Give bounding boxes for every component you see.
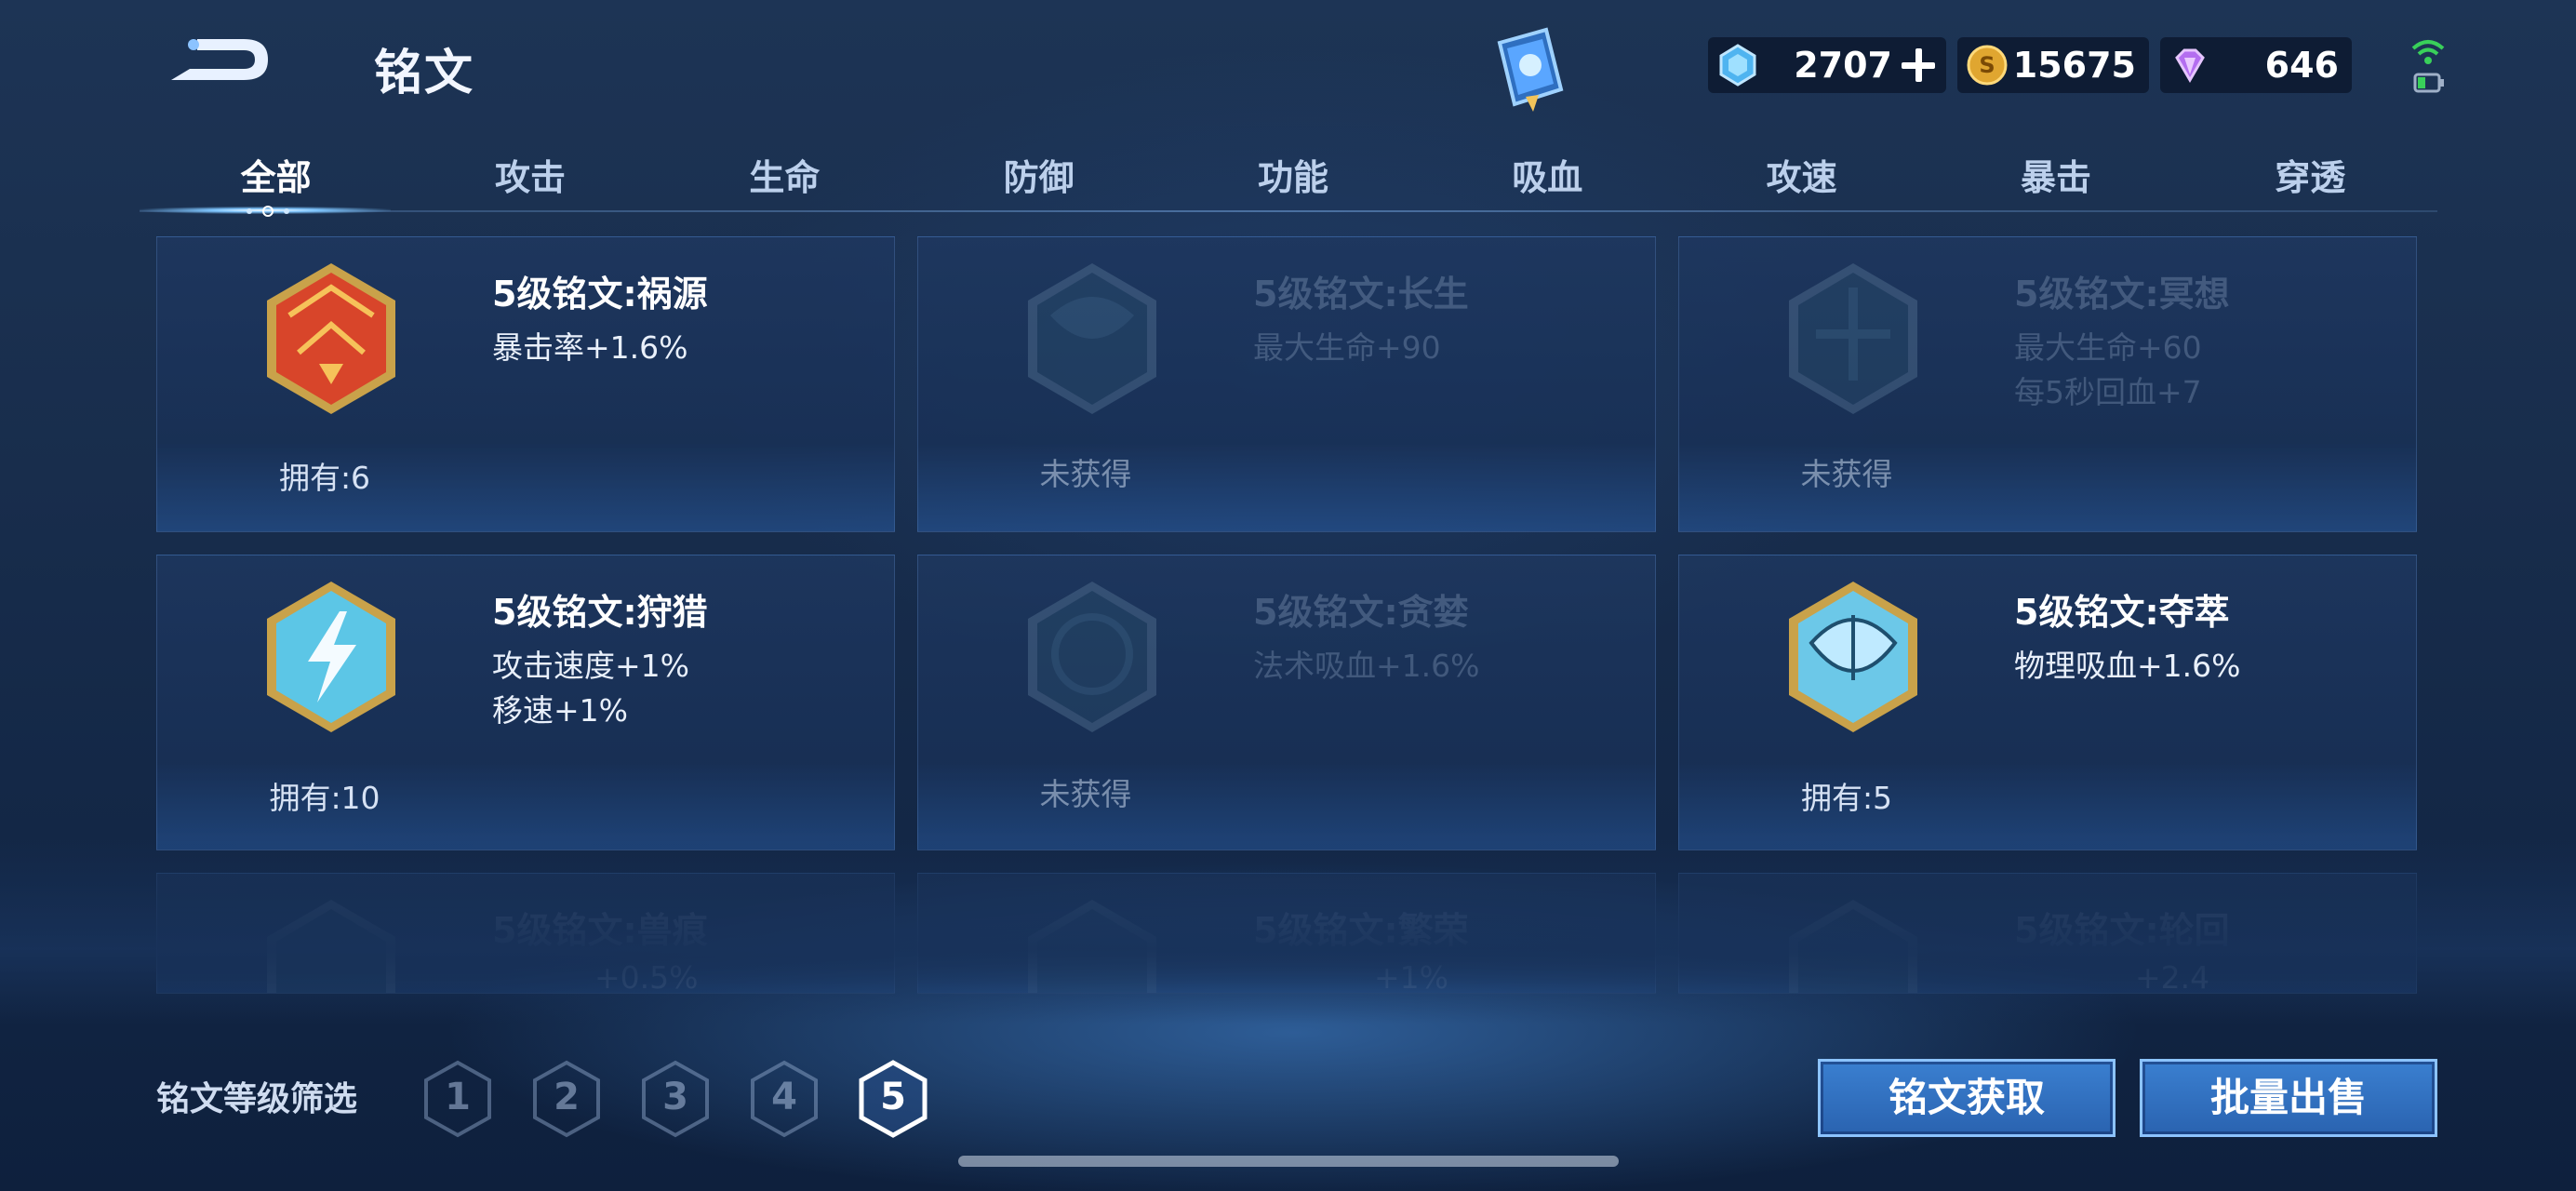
teal-emblem-icon — [1028, 900, 1156, 993]
level-filter-4[interactable]: 4 — [747, 1059, 821, 1139]
card-stat: +0.5% — [594, 959, 699, 994]
card-stat: 移速+1% — [492, 692, 629, 729]
teal-emblem-icon — [1028, 582, 1156, 732]
card-stat: +1% — [1374, 959, 1449, 994]
tab-attack[interactable]: 攻击 — [403, 140, 657, 214]
owned-count: 拥有:5 — [1800, 780, 1893, 816]
tab-utility[interactable]: 功能 — [1166, 140, 1420, 214]
gem-counter: 646 — [2160, 37, 2352, 93]
tab-penetration[interactable]: 穿透 — [2183, 140, 2437, 214]
inscription-card[interactable]: 5级铭文:贪婪 法术吸血+1.6% 未获得 — [917, 555, 1656, 850]
level-number: 3 — [662, 1076, 688, 1118]
active-tab-dots-icon — [247, 206, 289, 217]
gold-coin-icon: S — [1967, 45, 2008, 86]
level-filter-2[interactable]: 2 — [529, 1059, 604, 1139]
tab-health[interactable]: 生命 — [658, 140, 912, 214]
inscription-card[interactable]: 5级铭文:冥想 最大生命+60 每5秒回血+7 未获得 — [1678, 236, 2417, 532]
teal-emblem-icon — [1028, 263, 1156, 414]
bulk-sell-button[interactable]: 批量出售 — [2140, 1059, 2437, 1137]
card-stat: 暴击率+1.6% — [492, 329, 688, 366]
level-number: 5 — [880, 1076, 906, 1118]
back-arrow-icon — [171, 39, 268, 80]
acquire-inscription-button[interactable]: 铭文获取 — [1818, 1059, 2116, 1137]
owned-count: 未获得 — [1039, 456, 1132, 492]
card-title: 5级铭文:狩猎 — [492, 592, 708, 633]
category-tabs: 全部 攻击 生命 防御 功能 吸血 攻速 暴击 穿透 — [149, 140, 2437, 214]
teal-emblem-icon — [1789, 900, 1917, 993]
purple-crystal-icon — [2175, 48, 2205, 83]
gold-counter: S 15675 — [1957, 37, 2149, 93]
card-title: 5级铭文:轮回 — [2014, 910, 2230, 951]
level-filter-1[interactable]: 1 — [420, 1059, 495, 1139]
level-filter-label: 铭文等级筛选 — [156, 1080, 358, 1118]
inscription-card[interactable]: 5级铭文:狩猎 攻击速度+1% 移速+1% 拥有:10 — [156, 555, 895, 850]
card-title: 5级铭文:贪婪 — [1253, 592, 1469, 633]
inscription-card[interactable]: 5级铭文:轮回 +2.4 — [1678, 873, 2417, 994]
inscription-card[interactable]: 5级铭文:繁荣 +1% — [917, 873, 1656, 994]
teal-emblem-icon — [1789, 263, 1917, 414]
level-number: 4 — [771, 1076, 797, 1118]
tab-divider — [140, 210, 2437, 212]
card-stat: +2.4 — [2135, 959, 2210, 994]
tab-attack-speed[interactable]: 攻速 — [1675, 140, 1929, 214]
level-number: 1 — [445, 1076, 471, 1118]
diamond-coupon-counter: 2707 — [1708, 37, 1946, 93]
tab-lifesteal[interactable]: 吸血 — [1421, 140, 1675, 214]
card-title: 5级铭文:祸源 — [492, 274, 708, 314]
card-title: 5级铭文:长生 — [1253, 274, 1469, 314]
level-filter-5[interactable]: 5 — [856, 1059, 930, 1139]
card-title: 5级铭文:冥想 — [2014, 274, 2230, 314]
tab-defense[interactable]: 防御 — [912, 140, 1166, 214]
inscription-book-icon[interactable] — [1488, 24, 1572, 114]
inscription-card[interactable]: 5级铭文:祸源 暴击率+1.6% 拥有:6 — [156, 236, 895, 532]
card-stat: 物理吸血+1.6% — [2014, 648, 2241, 684]
owned-count: 未获得 — [1039, 776, 1132, 812]
card-stat: 最大生命+90 — [1253, 329, 1441, 366]
owned-count: 拥有:6 — [278, 460, 371, 496]
svg-text:S: S — [1979, 52, 1995, 78]
tab-critical[interactable]: 暴击 — [1929, 140, 2182, 214]
gem-value: 646 — [2264, 45, 2339, 86]
level-number: 2 — [554, 1076, 580, 1118]
diamond-coupon-value: 2707 — [1794, 45, 1892, 86]
card-title: 5级铭文:繁荣 — [1253, 910, 1469, 951]
card-stat: 最大生命+60 — [2014, 329, 2202, 366]
inscription-card[interactable]: 5级铭文:夺萃 物理吸血+1.6% 拥有:5 — [1678, 555, 2417, 850]
back-button[interactable] — [158, 28, 279, 93]
home-indicator[interactable] — [958, 1156, 1619, 1167]
card-stat: 攻击速度+1% — [492, 648, 690, 684]
owned-count: 未获得 — [1800, 456, 1893, 492]
level-filter-3[interactable]: 3 — [638, 1059, 713, 1139]
gold-value: 15675 — [2012, 45, 2136, 86]
tab-all[interactable]: 全部 — [149, 140, 403, 214]
blue-gem-icon — [1719, 44, 1756, 87]
lightning-emblem-icon — [267, 582, 395, 732]
card-stat: 每5秒回血+7 — [2014, 374, 2202, 410]
inscription-card[interactable]: 5级铭文:兽痕 +0.5% — [156, 873, 895, 994]
leaf-emblem-icon — [1789, 582, 1917, 732]
card-stat: 法术吸血+1.6% — [1253, 648, 1480, 684]
inscription-card[interactable]: 5级铭文:长生 最大生命+90 未获得 — [917, 236, 1656, 532]
wifi-battery-icon — [2409, 33, 2447, 99]
red-emblem-icon — [267, 263, 395, 414]
add-currency-button[interactable] — [1898, 45, 1939, 86]
page-title: 铭文 — [374, 46, 475, 101]
card-title: 5级铭文:夺萃 — [2014, 592, 2230, 633]
owned-count: 拥有:10 — [269, 780, 380, 816]
teal-emblem-icon — [267, 900, 395, 993]
card-title: 5级铭文:兽痕 — [492, 910, 708, 951]
